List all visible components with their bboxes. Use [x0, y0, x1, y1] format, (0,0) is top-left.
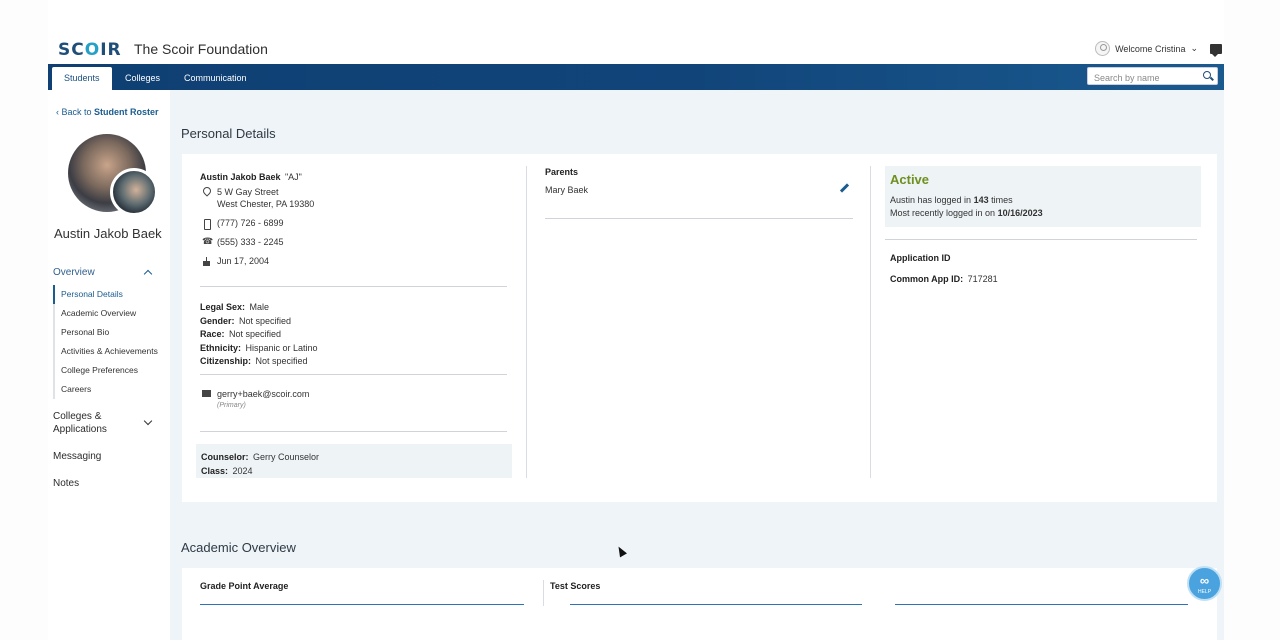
- help-label: HELP: [1197, 589, 1212, 595]
- phone-number: (555) 333 - 2245: [217, 237, 284, 247]
- parents-label: Parents: [545, 167, 579, 177]
- personal-details-card: Austin Jakob Baek "AJ" 5 W Gay Street We…: [182, 154, 1217, 502]
- address-row: 5 W Gay Street West Chester, PA 19380: [202, 186, 314, 210]
- mail-icon: [202, 389, 211, 399]
- search-icon[interactable]: [1203, 71, 1211, 79]
- main-nav: Students Colleges Communication: [48, 64, 1224, 90]
- nav-messaging[interactable]: Messaging: [53, 451, 101, 462]
- search-box: [1087, 67, 1218, 86]
- birthday: Jun 17, 2004: [217, 256, 270, 266]
- user-menu[interactable]: Welcome Cristina ⌄: [1095, 41, 1198, 56]
- email-address[interactable]: gerry+baek@scoir.com: [217, 388, 309, 400]
- phone-row: (555) 333 - 2245: [202, 236, 284, 248]
- organization-name: The Scoir Foundation: [134, 41, 268, 57]
- gpa-label: Grade Point Average: [200, 581, 289, 591]
- tab-communication[interactable]: Communication: [172, 67, 259, 90]
- student-full-name-row: Austin Jakob Baek "AJ": [200, 167, 302, 185]
- subnav-personal-details[interactable]: Personal Details: [53, 285, 158, 304]
- class-row: Class: 2024: [201, 465, 253, 476]
- common-app-row: Common App ID: 717281: [890, 274, 998, 284]
- phone-icon: [202, 236, 213, 248]
- student-avatar-secondary: [110, 168, 158, 216]
- counselor-row: Counselor: Gerry Counselor: [201, 452, 319, 462]
- test-scores-label: Test Scores: [550, 581, 601, 591]
- subnav-college-preferences[interactable]: College Preferences: [55, 361, 158, 380]
- test-scores-rule: [895, 604, 1188, 605]
- race-row: Race: Not specified: [200, 329, 281, 339]
- scoir-logo[interactable]: SCOIR: [58, 40, 122, 60]
- sidebar: ‹ Back to Student Roster Austin Jakob Ba…: [48, 90, 170, 640]
- infinity-icon: ∞: [1199, 573, 1210, 588]
- overview-subnav: Personal Details Academic Overview Perso…: [53, 285, 158, 399]
- subnav-activities-achievements[interactable]: Activities & Achievements: [55, 342, 158, 361]
- email-row: gerry+baek@scoir.com (Primary): [202, 388, 309, 412]
- status-active: Active: [890, 172, 930, 187]
- tab-colleges[interactable]: Colleges: [113, 67, 172, 90]
- last-login-text: Most recently logged in on 10/16/2023: [890, 208, 1043, 218]
- nav-colleges-applications[interactable]: Colleges & Applications: [53, 410, 165, 436]
- application-id-label: Application ID: [890, 253, 951, 263]
- counselor-box: Counselor: Gerry Counselor Class: 2024: [196, 444, 512, 478]
- divider: [545, 218, 853, 219]
- user-avatar-icon: [1095, 41, 1111, 56]
- column-divider: [543, 580, 544, 606]
- search-input[interactable]: [1094, 70, 1202, 86]
- login-count-text: Austin has logged in 143 times: [890, 195, 1013, 205]
- subnav-careers[interactable]: Careers: [55, 380, 158, 399]
- welcome-text: Welcome Cristina: [1115, 43, 1186, 54]
- address-line2: West Chester, PA 19380: [217, 199, 315, 209]
- divider: [200, 374, 507, 375]
- legal-sex-row: Legal Sex: Male: [200, 302, 269, 312]
- mobile-row: (777) 726 - 6899: [202, 218, 284, 230]
- chat-icon[interactable]: [1210, 44, 1222, 57]
- academic-overview-card: Grade Point Average Test Scores: [182, 568, 1217, 640]
- personal-details-title: Personal Details: [181, 126, 276, 141]
- subnav-personal-bio[interactable]: Personal Bio: [55, 323, 158, 342]
- mobile-number: (777) 726 - 6899: [217, 218, 284, 228]
- top-header: SCOIR The Scoir Foundation Welcome Crist…: [48, 36, 1224, 64]
- address-line1: 5 W Gay Street: [217, 187, 279, 197]
- edit-pencil-icon[interactable]: [839, 183, 849, 193]
- birthday-row: Jun 17, 2004: [202, 256, 269, 267]
- back-to-roster-link[interactable]: ‹ Back to Student Roster: [56, 107, 159, 117]
- mobile-phone-icon: [202, 219, 211, 230]
- birthday-cake-icon: [202, 257, 211, 267]
- test-scores-rule: [570, 604, 862, 605]
- parent-name: Mary Baek: [545, 185, 589, 195]
- gpa-rule: [200, 604, 524, 605]
- divider: [885, 239, 1197, 240]
- ethnicity-row: Ethnicity: Hispanic or Latino: [200, 342, 318, 353]
- tab-students[interactable]: Students: [52, 67, 112, 90]
- column-divider: [870, 166, 871, 478]
- academic-overview-title: Academic Overview: [181, 540, 296, 555]
- chevron-down-icon: ⌄: [1190, 43, 1198, 53]
- student-name: Austin Jakob Baek: [54, 226, 162, 241]
- subnav-academic-overview[interactable]: Academic Overview: [55, 304, 158, 323]
- email-type: (Primary): [217, 402, 246, 409]
- divider: [200, 431, 507, 432]
- citizenship-row: Citizenship: Not specified: [200, 356, 308, 366]
- student-full-name: Austin Jakob Baek: [200, 172, 281, 182]
- chevron-up-icon[interactable]: [143, 269, 153, 279]
- location-pin-icon: [202, 187, 211, 197]
- column-divider: [526, 166, 527, 478]
- student-nickname: "AJ": [284, 172, 302, 182]
- nav-notes[interactable]: Notes: [53, 478, 79, 489]
- divider: [200, 286, 507, 287]
- status-box: Active Austin has logged in 143 times Mo…: [885, 166, 1201, 227]
- help-button[interactable]: ∞ HELP: [1187, 566, 1222, 601]
- demographics: Legal Sex: Male Gender: Not specified Ra…: [200, 300, 318, 368]
- nav-overview[interactable]: Overview: [53, 267, 165, 279]
- gender-row: Gender: Not specified: [200, 315, 291, 326]
- main-content: Personal Details Austin Jakob Baek "AJ" …: [170, 90, 1224, 640]
